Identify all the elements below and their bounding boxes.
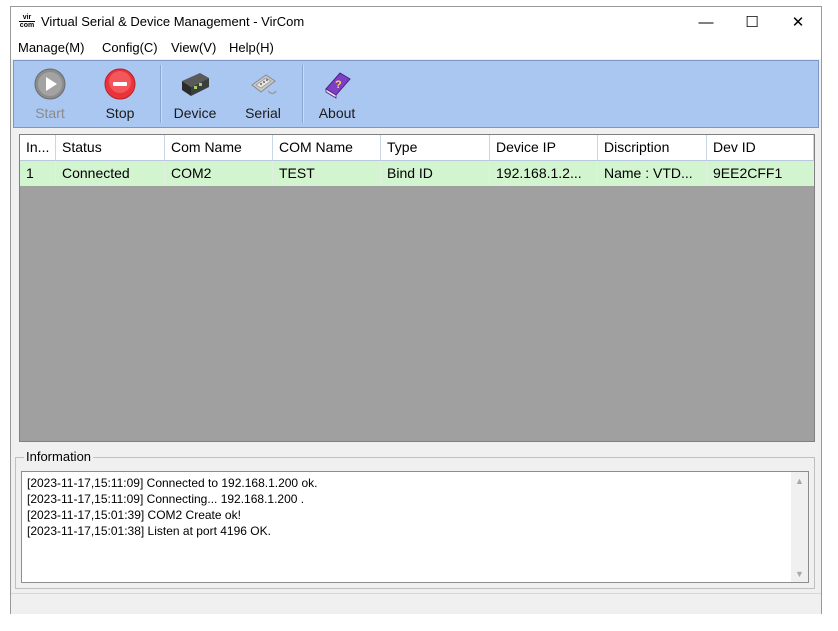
stop-label: Stop <box>105 105 135 121</box>
information-group: Information [2023-11-17,15:11:09] Connec… <box>15 449 815 589</box>
information-title: Information <box>24 449 94 464</box>
scroll-up-icon[interactable]: ▲ <box>791 472 808 489</box>
log-line: [2023-11-17,15:01:38] Listen at port 419… <box>27 524 271 538</box>
window-title: Virtual Serial & Device Management - Vir… <box>41 14 305 29</box>
device-label: Device <box>173 105 217 121</box>
table-cell: COM2 <box>165 161 273 186</box>
minimize-button[interactable]: — <box>683 7 729 37</box>
about-button[interactable]: ? About <box>314 63 360 125</box>
menu-help[interactable]: Help(H) <box>229 40 274 55</box>
table-cell: Connected <box>56 161 165 186</box>
table-cell: 9EE2CFF1 <box>707 161 814 186</box>
stop-icon <box>104 68 136 100</box>
menu-view[interactable]: View(V) <box>171 40 216 55</box>
close-icon: ✕ <box>791 14 805 31</box>
table-row[interactable]: 1 Connected COM2 TEST Bind ID 192.168.1.… <box>20 161 814 186</box>
app-window: vir com Virtual Serial & Device Managemen… <box>10 6 822 614</box>
menu-manage[interactable]: Manage(M) <box>18 40 84 55</box>
column-header-dev-id[interactable]: Dev ID <box>707 135 814 160</box>
table-cell: TEST <box>273 161 381 186</box>
toolbar-separator <box>160 65 162 123</box>
serial-port-icon <box>251 74 277 95</box>
svg-text:?: ? <box>335 79 342 91</box>
log-line: [2023-11-17,15:01:39] COM2 Create ok! <box>27 508 241 522</box>
app-logo-icon: vir com <box>19 14 35 29</box>
title-bar[interactable]: vir com Virtual Serial & Device Managemen… <box>11 7 821 37</box>
maximize-button[interactable]: ☐ <box>729 7 775 37</box>
maximize-icon: ☐ <box>745 14 759 31</box>
menu-bar: Manage(M) Config(C) View(V) Help(H) <box>11 37 821 59</box>
toolbar: Start Stop Device Serial ? About <box>13 60 819 128</box>
column-header-device-ip[interactable]: Device IP <box>490 135 598 160</box>
table-cell: Bind ID <box>381 161 490 186</box>
serial-button[interactable]: Serial <box>240 63 286 125</box>
column-header-type[interactable]: Type <box>381 135 490 160</box>
column-header-description[interactable]: Discription <box>598 135 707 160</box>
start-button[interactable]: Start <box>28 63 72 125</box>
device-button[interactable]: Device <box>168 63 222 125</box>
log-lines: [2023-11-17,15:11:09] Connected to 192.1… <box>27 475 317 539</box>
table-header: In... Status Com Name COM Name Type Devi… <box>20 135 814 161</box>
log-line: [2023-11-17,15:11:09] Connected to 192.1… <box>27 476 318 490</box>
table-cell: 192.168.1.2... <box>490 161 598 186</box>
minimize-icon: — <box>698 13 714 31</box>
close-button[interactable]: ✕ <box>775 7 821 37</box>
column-header-com-name[interactable]: Com Name <box>165 135 273 160</box>
column-header-com-name-2[interactable]: COM Name <box>273 135 381 160</box>
log-output[interactable]: [2023-11-17,15:11:09] Connected to 192.1… <box>21 471 809 583</box>
log-scrollbar[interactable]: ▲ ▼ <box>791 472 808 582</box>
start-label: Start <box>35 105 65 121</box>
table-cell: 1 <box>20 161 56 186</box>
column-header-index[interactable]: In... <box>20 135 56 160</box>
scroll-down-icon[interactable]: ▼ <box>791 565 808 582</box>
help-book-icon: ? <box>325 72 351 99</box>
stop-button[interactable]: Stop <box>98 63 142 125</box>
play-icon <box>34 68 66 100</box>
toolbar-separator <box>302 65 304 123</box>
device-table[interactable]: In... Status Com Name COM Name Type Devi… <box>19 134 815 442</box>
serial-label: Serial <box>245 105 281 121</box>
table-cell: Name : VTD... <box>598 161 707 186</box>
about-label: About <box>318 105 356 121</box>
log-line: [2023-11-17,15:11:09] Connecting... 192.… <box>27 492 305 506</box>
column-header-status[interactable]: Status <box>56 135 165 160</box>
device-icon <box>182 73 209 96</box>
menu-config[interactable]: Config(C) <box>102 40 158 55</box>
status-bar <box>11 593 821 614</box>
